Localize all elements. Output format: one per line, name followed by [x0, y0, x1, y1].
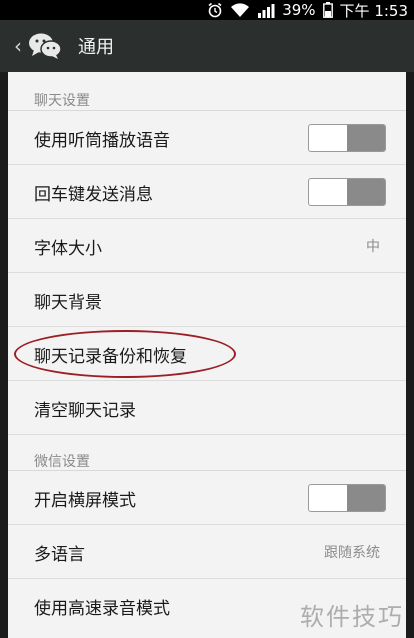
toggle-knob [347, 125, 385, 151]
language-value: 跟随系统 [324, 545, 380, 561]
earpiece-playback-toggle[interactable] [308, 124, 386, 152]
row-landscape-mode[interactable]: 开启横屏模式 [8, 471, 406, 525]
row-chat-background[interactable]: 聊天背景 [8, 273, 406, 327]
wechat-logo-icon [28, 32, 62, 60]
battery-icon [322, 2, 333, 18]
landscape-mode-toggle[interactable] [308, 484, 386, 512]
section-header-chat: 聊天设置 [8, 72, 406, 111]
settings-panel: 聊天设置 使用听筒播放语音 回车键发送消息 字体大小 中 聊天背景 聊天记录备份… [8, 72, 406, 638]
battery-percent: 39% [282, 1, 316, 19]
row-font-size[interactable]: 字体大小 中 [8, 219, 406, 273]
row-label: 字体大小 [34, 239, 102, 259]
font-size-value: 中 [366, 239, 380, 255]
section-header-label: 聊天设置 [34, 93, 90, 109]
row-enter-to-send[interactable]: 回车键发送消息 [8, 165, 406, 219]
row-label: 回车键发送消息 [34, 185, 153, 205]
chevron-left-icon: ‹ [14, 34, 22, 58]
row-label: 多语言 [34, 545, 85, 565]
enter-to-send-toggle[interactable] [308, 178, 386, 206]
alarm-clock-icon [207, 2, 223, 18]
toggle-knob [347, 179, 385, 205]
app-bar: ‹ 通用 [0, 20, 414, 72]
clock-time: 下午 1:53 [339, 1, 408, 20]
page-title: 通用 [78, 37, 114, 58]
row-label: 清空聊天记录 [34, 401, 136, 421]
row-language[interactable]: 多语言 跟随系统 [8, 525, 406, 579]
row-label: 聊天记录备份和恢复 [34, 347, 187, 367]
section-header-label: 微信设置 [34, 454, 90, 470]
row-earpiece-playback[interactable]: 使用听筒播放语音 [8, 111, 406, 165]
row-chat-backup-restore[interactable]: 聊天记录备份和恢复 [8, 327, 406, 381]
status-bar: 39% 下午 1:53 [0, 0, 414, 20]
back-button[interactable]: ‹ [0, 20, 66, 72]
row-label: 开启横屏模式 [34, 491, 136, 511]
watermark-text: 软件技巧 [300, 603, 404, 631]
row-label: 聊天背景 [34, 293, 102, 313]
row-clear-chat-history[interactable]: 清空聊天记录 [8, 381, 406, 435]
row-label: 使用听筒播放语音 [34, 131, 170, 151]
row-label: 使用高速录音模式 [34, 599, 170, 619]
section-header-wechat: 微信设置 [8, 435, 406, 471]
signal-icon [257, 3, 275, 18]
toggle-knob [347, 485, 385, 511]
wifi-icon [230, 2, 250, 18]
